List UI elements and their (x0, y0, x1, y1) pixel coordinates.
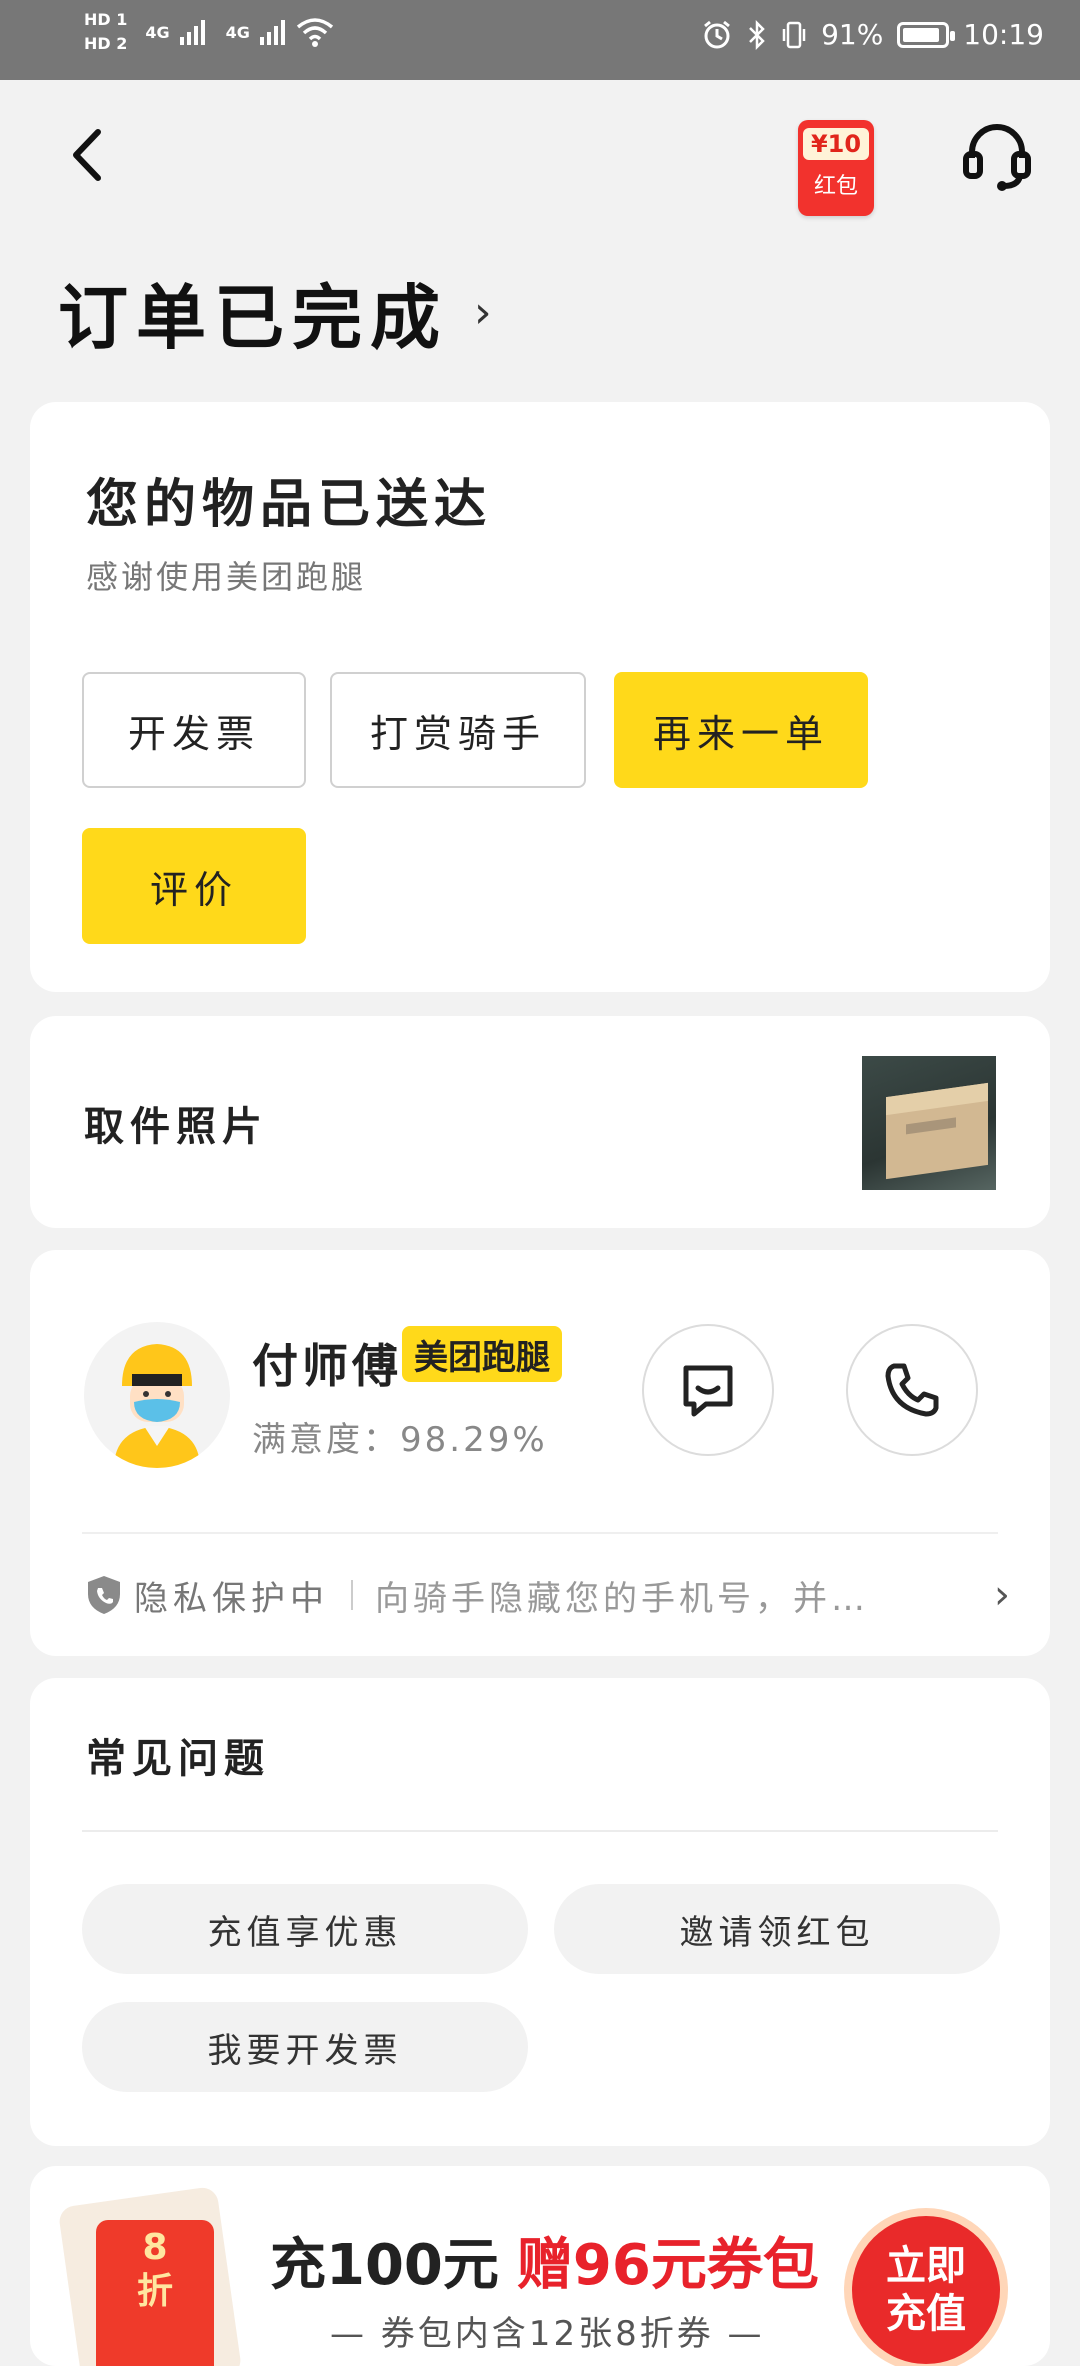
faq-item[interactable]: 邀请领红包 (554, 1884, 1000, 1974)
signal-bars-icon (259, 20, 285, 45)
chevron-right-icon: › (994, 1572, 1010, 1618)
alarm-icon (704, 20, 730, 48)
rider-card: 付师傅 美团跑腿 满意度：98.29% 隐私保护中 向骑手隐藏您的手机号，并… … (30, 1250, 1050, 1656)
pickup-photo-title: 取件照片 (84, 1104, 268, 1150)
reorder-button[interactable]: 再来一单 (614, 672, 868, 788)
coupon-front: 8 折 (96, 2220, 214, 2366)
divider (82, 1830, 998, 1832)
headset-icon[interactable] (960, 118, 1034, 192)
invoice-button[interactable]: 开发票 (82, 672, 306, 788)
discount-coupon-graphic: 8 折 (57, 2185, 250, 2366)
rider-name: 付师傅 (252, 1339, 402, 1393)
red-packet-icon[interactable]: ¥10 红包 (798, 120, 874, 216)
rider-avatar-icon (114, 1344, 200, 1468)
brand-badge: 美团跑腿 (402, 1326, 562, 1382)
bluetooth-icon (749, 19, 765, 50)
pickup-photo-card[interactable]: 取件照片 (30, 1016, 1050, 1228)
signal-bars-icon (179, 20, 205, 45)
hd1-label: HD 1 (84, 10, 128, 29)
privacy-text: 向骑手隐藏您的手机号，并… (375, 1578, 869, 1619)
package-box (886, 1082, 988, 1180)
call-rider-button[interactable] (846, 1324, 978, 1456)
battery-icon (897, 21, 956, 48)
delivery-subtitle: 感谢使用美团跑腿 (86, 558, 367, 596)
faq-card: 常见问题 充值享优惠 邀请领红包 我要开发票 (30, 1678, 1050, 2146)
faq-item[interactable]: 充值享优惠 (82, 1884, 528, 1974)
message-icon (683, 1365, 733, 1417)
rider-satisfaction: 满意度：98.29% (252, 1420, 548, 1460)
delivery-title: 您的物品已送达 (86, 475, 493, 535)
clock: 10:19 (963, 18, 1044, 51)
vibrate-icon (782, 21, 806, 48)
coupon-unit: 折 (136, 2271, 173, 2312)
message-rider-button[interactable] (642, 1324, 774, 1456)
privacy-protection-row[interactable]: 隐私保护中 向骑手隐藏您的手机号，并… › (84, 1568, 1010, 1622)
pickup-photo-thumbnail[interactable] (862, 1056, 996, 1190)
divider (82, 1532, 998, 1534)
recharge-now-button[interactable]: 立即 充值 (852, 2216, 1000, 2364)
tip-rider-button[interactable]: 打赏骑手 (330, 672, 586, 788)
hd2-label: HD 2 (84, 34, 128, 53)
phone-icon (885, 1363, 939, 1417)
promo-recharge-amount: 充100元 (270, 2233, 499, 2298)
page-title: 订单已完成 (58, 277, 448, 359)
battery-percent: 91% (821, 18, 884, 51)
back-arrow-icon[interactable] (56, 120, 116, 190)
chevron-right-icon: › (474, 287, 492, 338)
recharge-btn-line2: 充值 (886, 2291, 966, 2337)
recharge-promo-banner[interactable]: 8 折 充100元 赠96元券包 — 券包内含12张8折券 — 立即 充值 (30, 2166, 1050, 2366)
red-packet-label: 红包 (813, 174, 858, 199)
coupon-number: 8 (142, 2227, 168, 2268)
status-right: 91% 10:19 (701, 18, 1044, 51)
shield-icon (88, 1576, 120, 1614)
signal1-label: 4G (145, 22, 170, 42)
privacy-title: 隐私保护中 (134, 1578, 329, 1619)
battery-fill (903, 27, 940, 42)
recharge-btn-line1: 立即 (886, 2243, 966, 2289)
signal2-label: 4G (225, 22, 250, 42)
rider-avatar (84, 1322, 230, 1468)
promo-headline: 充100元 赠96元券包 (270, 2220, 819, 2301)
red-packet-amount: ¥10 (802, 128, 870, 160)
delivery-status-card: 您的物品已送达 感谢使用美团跑腿 开发票 打赏骑手 再来一单 评价 (30, 402, 1050, 992)
separator (351, 1580, 353, 1610)
wifi-icon (296, 18, 334, 47)
network-indicators: HD 1 HD 2 4G 4G (84, 10, 334, 54)
faq-item[interactable]: 我要开发票 (82, 2002, 528, 2092)
faq-title: 常见问题 (86, 1736, 270, 1782)
promo-subtext: — 券包内含12张8折券 — (330, 2314, 765, 2354)
order-status-title[interactable]: 订单已完成 › (58, 262, 492, 363)
status-bar: HD 1 HD 2 4G 4G 91% 10:19 (0, 0, 1080, 80)
review-button[interactable]: 评价 (82, 828, 306, 944)
promo-bonus: 赠96元券包 (516, 2233, 819, 2298)
